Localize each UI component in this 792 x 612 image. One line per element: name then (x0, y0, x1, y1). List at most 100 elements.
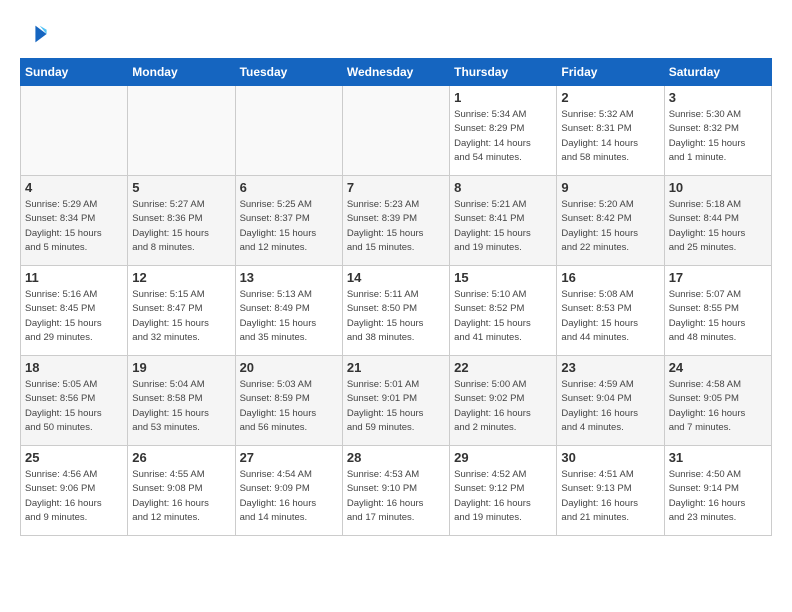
calendar-cell: 3 Sunrise: 5:30 AMSunset: 8:32 PMDaylight… (664, 86, 771, 176)
calendar-cell: 22Sunrise: 5:00 AMSunset: 9:02 PMDayligh… (450, 356, 557, 446)
calendar-cell: 8 Sunrise: 5:21 AMSunset: 8:41 PMDaylight… (450, 176, 557, 266)
week-row-4: 18 Sunrise: 5:05 AMSunset: 8:56 PMDayligh… (21, 356, 772, 446)
day-info: Sunrise: 5:16 AMSunset: 8:45 PMDaylight:… (25, 288, 123, 345)
calendar-cell: 2 Sunrise: 5:32 AMSunset: 8:31 PMDaylight… (557, 86, 664, 176)
day-info: Sunrise: 5:05 AMSunset: 8:56 PMDaylight:… (25, 378, 123, 435)
weekday-header-monday: Monday (128, 59, 235, 86)
calendar-cell: 27 Sunrise: 4:54 AMSunset: 9:09 PMDayligh… (235, 446, 342, 536)
calendar-cell: 17 Sunrise: 5:07 AMSunset: 8:55 PMDayligh… (664, 266, 771, 356)
weekday-header-tuesday: Tuesday (235, 59, 342, 86)
calendar-cell: 1 Sunrise: 5:34 AMSunset: 8:29 PMDaylight… (450, 86, 557, 176)
day-number: 16 (561, 270, 659, 285)
header (20, 20, 772, 48)
calendar-cell: 26Sunrise: 4:55 AMSunset: 9:08 PMDayligh… (128, 446, 235, 536)
day-number: 6 (240, 180, 338, 195)
calendar-cell: 10 Sunrise: 5:18 AMSunset: 8:44 PMDayligh… (664, 176, 771, 266)
day-info: Sunrise: 4:53 AMSunset: 9:10 PMDaylight:… (347, 468, 445, 525)
day-info: Sunrise: 5:20 AMSunset: 8:42 PMDaylight:… (561, 198, 659, 255)
day-number: 23 (561, 360, 659, 375)
week-row-2: 4 Sunrise: 5:29 AMSunset: 8:34 PMDaylight… (21, 176, 772, 266)
calendar-cell: 25 Sunrise: 4:56 AMSunset: 9:06 PMDayligh… (21, 446, 128, 536)
day-info: Sunrise: 5:29 AMSunset: 8:34 PMDaylight:… (25, 198, 123, 255)
calendar-cell: 6 Sunrise: 5:25 AMSunset: 8:37 PMDaylight… (235, 176, 342, 266)
day-number: 7 (347, 180, 445, 195)
logo (20, 20, 52, 48)
day-number: 19 (132, 360, 230, 375)
day-number: 3 (669, 90, 767, 105)
calendar-table: SundayMondayTuesdayWednesdayThursdayFrid… (20, 58, 772, 536)
day-number: 27 (240, 450, 338, 465)
day-number: 12 (132, 270, 230, 285)
day-number: 5 (132, 180, 230, 195)
calendar-cell: 12 Sunrise: 5:15 AMSunset: 8:47 PMDayligh… (128, 266, 235, 356)
calendar-cell: 24 Sunrise: 4:58 AMSunset: 9:05 PMDayligh… (664, 356, 771, 446)
day-number: 17 (669, 270, 767, 285)
day-number: 4 (25, 180, 123, 195)
calendar-cell: 30Sunrise: 4:51 AMSunset: 9:13 PMDayligh… (557, 446, 664, 536)
day-number: 18 (25, 360, 123, 375)
day-info: Sunrise: 4:56 AMSunset: 9:06 PMDaylight:… (25, 468, 123, 525)
calendar-cell: 5 Sunrise: 5:27 AMSunset: 8:36 PMDaylight… (128, 176, 235, 266)
day-info: Sunrise: 5:34 AMSunset: 8:29 PMDaylight:… (454, 108, 552, 165)
day-info: Sunrise: 5:04 AMSunset: 8:58 PMDaylight:… (132, 378, 230, 435)
calendar-cell: 14 Sunrise: 5:11 AMSunset: 8:50 PMDayligh… (342, 266, 449, 356)
day-info: Sunrise: 5:00 AMSunset: 9:02 PMDaylight:… (454, 378, 552, 435)
calendar-cell: 7 Sunrise: 5:23 AMSunset: 8:39 PMDaylight… (342, 176, 449, 266)
day-number: 11 (25, 270, 123, 285)
calendar-cell: 29Sunrise: 4:52 AMSunset: 9:12 PMDayligh… (450, 446, 557, 536)
day-info: Sunrise: 5:13 AMSunset: 8:49 PMDaylight:… (240, 288, 338, 345)
day-info: Sunrise: 5:21 AMSunset: 8:41 PMDaylight:… (454, 198, 552, 255)
calendar-cell: 28 Sunrise: 4:53 AMSunset: 9:10 PMDayligh… (342, 446, 449, 536)
calendar-cell: 19 Sunrise: 5:04 AMSunset: 8:58 PMDayligh… (128, 356, 235, 446)
calendar-cell: 15Sunrise: 5:10 AMSunset: 8:52 PMDayligh… (450, 266, 557, 356)
day-number: 20 (240, 360, 338, 375)
weekday-header-friday: Friday (557, 59, 664, 86)
day-number: 10 (669, 180, 767, 195)
day-info: Sunrise: 5:07 AMSunset: 8:55 PMDaylight:… (669, 288, 767, 345)
weekday-header-wednesday: Wednesday (342, 59, 449, 86)
day-number: 28 (347, 450, 445, 465)
day-info: Sunrise: 5:25 AMSunset: 8:37 PMDaylight:… (240, 198, 338, 255)
day-info: Sunrise: 5:23 AMSunset: 8:39 PMDaylight:… (347, 198, 445, 255)
day-info: Sunrise: 4:58 AMSunset: 9:05 PMDaylight:… (669, 378, 767, 435)
day-number: 30 (561, 450, 659, 465)
day-number: 29 (454, 450, 552, 465)
day-info: Sunrise: 4:50 AMSunset: 9:14 PMDaylight:… (669, 468, 767, 525)
calendar-cell: 31 Sunrise: 4:50 AMSunset: 9:14 PMDayligh… (664, 446, 771, 536)
week-row-1: 1 Sunrise: 5:34 AMSunset: 8:29 PMDaylight… (21, 86, 772, 176)
calendar-cell: 20 Sunrise: 5:03 AMSunset: 8:59 PMDayligh… (235, 356, 342, 446)
day-number: 21 (347, 360, 445, 375)
logo-icon (20, 20, 48, 48)
day-info: Sunrise: 5:11 AMSunset: 8:50 PMDaylight:… (347, 288, 445, 345)
day-number: 1 (454, 90, 552, 105)
week-row-5: 25 Sunrise: 4:56 AMSunset: 9:06 PMDayligh… (21, 446, 772, 536)
day-info: Sunrise: 5:15 AMSunset: 8:47 PMDaylight:… (132, 288, 230, 345)
day-number: 9 (561, 180, 659, 195)
day-number: 14 (347, 270, 445, 285)
weekday-header-thursday: Thursday (450, 59, 557, 86)
calendar-cell (235, 86, 342, 176)
calendar-cell: 16Sunrise: 5:08 AMSunset: 8:53 PMDayligh… (557, 266, 664, 356)
day-number: 25 (25, 450, 123, 465)
day-info: Sunrise: 5:32 AMSunset: 8:31 PMDaylight:… (561, 108, 659, 165)
calendar-cell: 23Sunrise: 4:59 AMSunset: 9:04 PMDayligh… (557, 356, 664, 446)
calendar-cell (128, 86, 235, 176)
day-number: 2 (561, 90, 659, 105)
day-number: 8 (454, 180, 552, 195)
day-info: Sunrise: 5:30 AMSunset: 8:32 PMDaylight:… (669, 108, 767, 165)
calendar-cell (21, 86, 128, 176)
day-number: 15 (454, 270, 552, 285)
day-info: Sunrise: 5:18 AMSunset: 8:44 PMDaylight:… (669, 198, 767, 255)
day-info: Sunrise: 4:55 AMSunset: 9:08 PMDaylight:… (132, 468, 230, 525)
day-number: 31 (669, 450, 767, 465)
day-info: Sunrise: 5:03 AMSunset: 8:59 PMDaylight:… (240, 378, 338, 435)
day-info: Sunrise: 5:27 AMSunset: 8:36 PMDaylight:… (132, 198, 230, 255)
day-info: Sunrise: 5:01 AMSunset: 9:01 PMDaylight:… (347, 378, 445, 435)
calendar-cell (342, 86, 449, 176)
day-info: Sunrise: 4:54 AMSunset: 9:09 PMDaylight:… (240, 468, 338, 525)
calendar-cell: 4 Sunrise: 5:29 AMSunset: 8:34 PMDaylight… (21, 176, 128, 266)
day-number: 24 (669, 360, 767, 375)
calendar-cell: 9 Sunrise: 5:20 AMSunset: 8:42 PMDaylight… (557, 176, 664, 266)
weekday-header-saturday: Saturday (664, 59, 771, 86)
weekday-header-sunday: Sunday (21, 59, 128, 86)
